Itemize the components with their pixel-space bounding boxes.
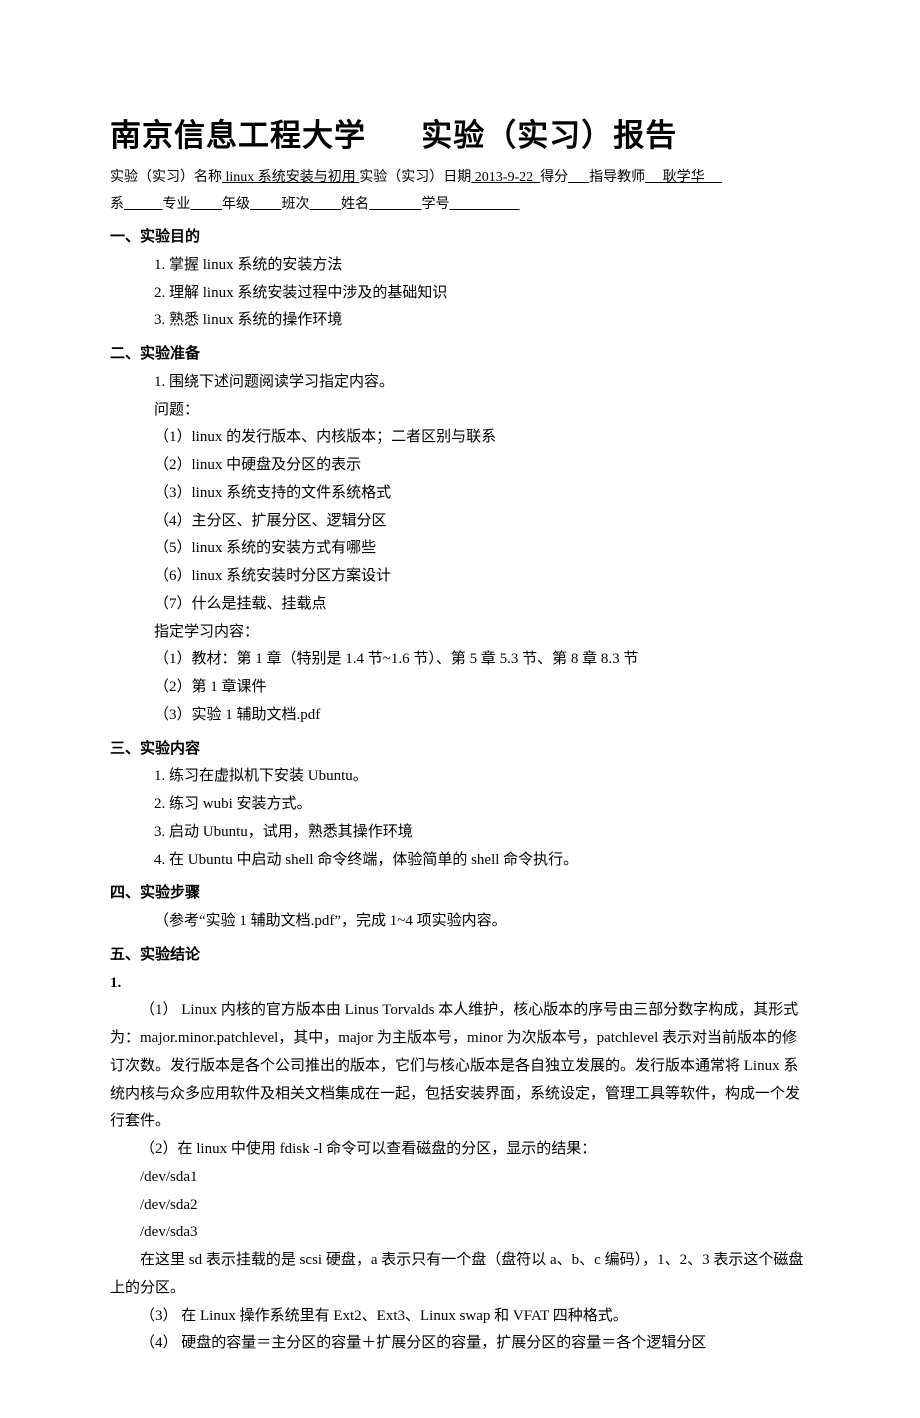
dev-line: /dev/sda3 — [140, 1219, 810, 1247]
field-class — [310, 197, 342, 212]
list-item: （4）主分区、扩展分区、逻辑分区 — [154, 508, 810, 536]
section-1-head: 一、实验目的 — [110, 224, 810, 252]
label-major: 专业 — [163, 197, 191, 212]
section-5-head: 五、实验结论 — [110, 942, 810, 970]
field-dept — [124, 197, 163, 212]
dev-line: /dev/sda2 — [140, 1192, 810, 1220]
dev-line: /dev/sda1 — [140, 1164, 810, 1192]
field-score — [568, 170, 589, 185]
answer-paragraph: （3） 在 Linux 操作系统里有 Ext2、Ext3、Linux swap … — [110, 1303, 810, 1331]
list-item: （3）实验 1 辅助文档.pdf — [154, 702, 810, 730]
list-item: 2. 练习 wubi 安装方式。 — [154, 791, 810, 819]
field-grade — [250, 197, 282, 212]
meta-line-1: 实验（实习）名称 linux 系统安装与初用 实验（实习）日期 2013-9-2… — [110, 165, 810, 192]
label-grade: 年级 — [222, 197, 250, 212]
field-exp-date: 2013-9-22 — [471, 170, 540, 185]
list-item: 指定学习内容： — [154, 619, 810, 647]
document-page: 南京信息工程大学 实验（实习）报告 实验（实习）名称 linux 系统安装与初用… — [0, 0, 920, 1418]
label-teacher: 指导教师 — [589, 170, 645, 185]
list-item: （1）linux 的发行版本、内核版本；二者区别与联系 — [154, 424, 810, 452]
section-3-head: 三、实验内容 — [110, 736, 810, 764]
label-dept: 系 — [110, 197, 124, 212]
label-exp-date: 实验（实习）日期 — [359, 170, 471, 185]
answer-lead: 1. — [110, 970, 810, 998]
list-item: （2）linux 中硬盘及分区的表示 — [154, 452, 810, 480]
field-teacher: 耿学华 — [645, 170, 722, 185]
list-item: 1. 围绕下述问题阅读学习指定内容。 — [154, 369, 810, 397]
list-item: 3. 熟悉 linux 系统的操作环境 — [154, 307, 810, 335]
label-score: 得分 — [540, 170, 568, 185]
meta-line-2: 系 专业 年级 班次 姓名 学号 — [110, 192, 810, 219]
title-report: 实验（实习）报告 — [421, 110, 677, 155]
list-item: （1）教材：第 1 章（特别是 1.4 节~1.6 节）、第 5 章 5.3 节… — [154, 646, 810, 674]
label-name: 姓名 — [341, 197, 369, 212]
list-item: （5）linux 系统的安装方式有哪些 — [154, 535, 810, 563]
list-item: （参考“实验 1 辅助文档.pdf”，完成 1~4 项实验内容。 — [154, 908, 810, 936]
list-item: 2. 理解 linux 系统安装过程中涉及的基础知识 — [154, 280, 810, 308]
field-exp-name: linux 系统安装与初用 — [222, 170, 359, 185]
list-item: 1. 练习在虚拟机下安装 Ubuntu。 — [154, 763, 810, 791]
list-item: （3）linux 系统支持的文件系统格式 — [154, 480, 810, 508]
field-name — [369, 197, 422, 212]
list-item: 4. 在 Ubuntu 中启动 shell 命令终端，体验简单的 shell 命… — [154, 847, 810, 875]
label-exp-name: 实验（实习）名称 — [110, 170, 222, 185]
list-item: （7）什么是挂载、挂载点 — [154, 591, 810, 619]
answer-paragraph: 在这里 sd 表示挂载的是 scsi 硬盘，a 表示只有一个盘（盘符以 a、b、… — [110, 1247, 810, 1303]
page-title: 南京信息工程大学 实验（实习）报告 — [110, 110, 810, 155]
list-item: 1. 掌握 linux 系统的安装方法 — [154, 252, 810, 280]
field-id — [450, 197, 520, 212]
list-item: （2）第 1 章课件 — [154, 674, 810, 702]
label-id: 学号 — [422, 197, 450, 212]
answer-paragraph: （2）在 linux 中使用 fdisk -l 命令可以查看磁盘的分区，显示的结… — [110, 1136, 810, 1164]
field-major — [191, 197, 223, 212]
section-2-head: 二、实验准备 — [110, 341, 810, 369]
section-4-head: 四、实验步骤 — [110, 880, 810, 908]
answer-paragraph: （4） 硬盘的容量＝主分区的容量＋扩展分区的容量，扩展分区的容量＝各个逻辑分区 — [110, 1330, 810, 1358]
answer-paragraph: （1） Linux 内核的官方版本由 Linus Torvalds 本人维护，核… — [110, 997, 810, 1136]
label-class: 班次 — [282, 197, 310, 212]
list-item: 3. 启动 Ubuntu，试用，熟悉其操作环境 — [154, 819, 810, 847]
title-university: 南京信息工程大学 — [110, 110, 366, 155]
list-item: 问题： — [154, 397, 810, 425]
list-item: （6）linux 系统安装时分区方案设计 — [154, 563, 810, 591]
